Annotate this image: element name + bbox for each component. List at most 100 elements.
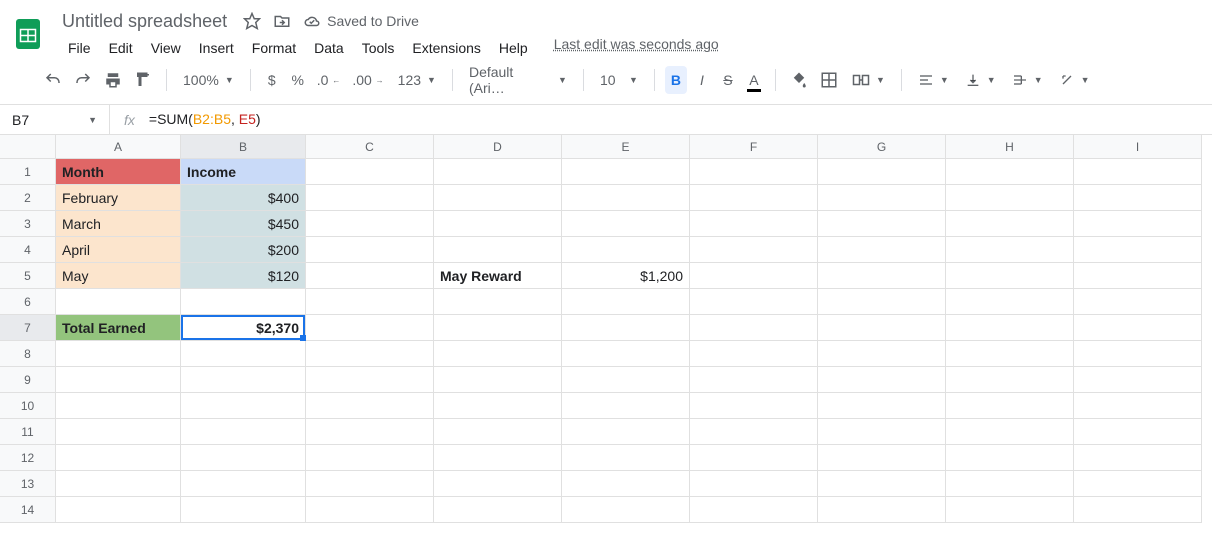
cell[interactable] — [434, 497, 562, 523]
row-header[interactable]: 9 — [0, 367, 56, 393]
increase-decimal-icon[interactable]: .00 → — [348, 66, 387, 94]
menu-view[interactable]: View — [143, 36, 189, 60]
menu-data[interactable]: Data — [306, 36, 352, 60]
cell[interactable] — [181, 445, 306, 471]
cell[interactable]: $2,370 — [181, 315, 306, 341]
cell[interactable] — [946, 471, 1074, 497]
cell[interactable] — [818, 159, 946, 185]
cell[interactable]: April — [56, 237, 181, 263]
cell[interactable]: March — [56, 211, 181, 237]
cell[interactable] — [562, 289, 690, 315]
number-format-dropdown[interactable]: 123▼ — [392, 66, 442, 94]
cell[interactable] — [56, 497, 181, 523]
cell[interactable] — [434, 237, 562, 263]
print-icon[interactable] — [100, 66, 126, 94]
cell[interactable] — [306, 185, 434, 211]
paint-format-icon[interactable] — [130, 66, 156, 94]
col-header[interactable]: H — [946, 135, 1074, 159]
col-header[interactable]: B — [181, 135, 306, 159]
formula-input[interactable]: =SUM(B2:B5, E5) — [149, 111, 261, 128]
cell[interactable] — [56, 471, 181, 497]
cell[interactable] — [946, 289, 1074, 315]
doc-title[interactable]: Untitled spreadsheet — [58, 9, 231, 34]
cell[interactable] — [434, 159, 562, 185]
cell[interactable] — [434, 393, 562, 419]
col-header[interactable]: G — [818, 135, 946, 159]
cell[interactable] — [434, 445, 562, 471]
cell[interactable] — [946, 445, 1074, 471]
cell[interactable] — [1074, 289, 1202, 315]
currency-icon[interactable]: $ — [261, 66, 283, 94]
cell[interactable] — [562, 315, 690, 341]
sheets-logo[interactable] — [8, 8, 48, 60]
cell[interactable] — [56, 367, 181, 393]
redo-icon[interactable] — [70, 66, 96, 94]
cell[interactable] — [562, 471, 690, 497]
cell[interactable] — [818, 393, 946, 419]
cell[interactable]: May Reward — [434, 263, 562, 289]
last-edit-link[interactable]: Last edit was seconds ago — [554, 36, 719, 60]
cell[interactable] — [690, 419, 818, 445]
cell[interactable] — [690, 237, 818, 263]
cell[interactable] — [181, 471, 306, 497]
cell[interactable] — [818, 289, 946, 315]
cell[interactable] — [562, 367, 690, 393]
cell[interactable] — [690, 185, 818, 211]
cell[interactable] — [1074, 263, 1202, 289]
strikethrough-button[interactable]: S — [717, 66, 739, 94]
cell[interactable] — [818, 263, 946, 289]
cell[interactable]: Total Earned — [56, 315, 181, 341]
cell[interactable] — [434, 289, 562, 315]
cell[interactable] — [562, 445, 690, 471]
cell[interactable] — [1074, 341, 1202, 367]
bold-button[interactable]: B — [665, 66, 687, 94]
row-header[interactable]: 6 — [0, 289, 56, 315]
cell[interactable] — [562, 237, 690, 263]
cell[interactable] — [690, 211, 818, 237]
cell[interactable] — [434, 471, 562, 497]
cell[interactable] — [56, 445, 181, 471]
cell[interactable] — [181, 367, 306, 393]
cell[interactable] — [181, 393, 306, 419]
cell[interactable] — [946, 159, 1074, 185]
cell[interactable]: May — [56, 263, 181, 289]
font-dropdown[interactable]: Default (Ari…▼ — [463, 66, 573, 94]
cell[interactable] — [562, 159, 690, 185]
cell[interactable] — [562, 419, 690, 445]
cell[interactable] — [306, 211, 434, 237]
col-header[interactable]: D — [434, 135, 562, 159]
cell[interactable] — [1074, 315, 1202, 341]
cell[interactable] — [1074, 471, 1202, 497]
menu-format[interactable]: Format — [244, 36, 304, 60]
cell[interactable] — [946, 497, 1074, 523]
cell[interactable] — [946, 341, 1074, 367]
cell[interactable] — [306, 367, 434, 393]
cell[interactable] — [818, 237, 946, 263]
rotate-dropdown[interactable]: ▼ — [1053, 66, 1096, 94]
menu-edit[interactable]: Edit — [101, 36, 141, 60]
wrap-dropdown[interactable]: ▼ — [1006, 66, 1049, 94]
cell[interactable] — [818, 315, 946, 341]
cell[interactable] — [434, 341, 562, 367]
row-header[interactable]: 2 — [0, 185, 56, 211]
fill-color-icon[interactable] — [786, 66, 812, 94]
col-header[interactable]: C — [306, 135, 434, 159]
cell[interactable] — [1074, 393, 1202, 419]
cell[interactable] — [434, 185, 562, 211]
italic-button[interactable]: I — [691, 66, 713, 94]
cell[interactable] — [306, 471, 434, 497]
cell[interactable] — [690, 341, 818, 367]
cell[interactable] — [562, 211, 690, 237]
select-all-corner[interactable] — [0, 135, 56, 159]
cell[interactable] — [818, 471, 946, 497]
row-header[interactable]: 3 — [0, 211, 56, 237]
cell[interactable] — [818, 445, 946, 471]
cell[interactable] — [690, 445, 818, 471]
cell[interactable] — [562, 185, 690, 211]
cell[interactable] — [690, 471, 818, 497]
cell[interactable] — [946, 185, 1074, 211]
cell[interactable] — [306, 497, 434, 523]
fx-icon[interactable]: fx — [110, 112, 149, 128]
decrease-decimal-icon[interactable]: .0 ← — [313, 66, 345, 94]
row-header[interactable]: 14 — [0, 497, 56, 523]
